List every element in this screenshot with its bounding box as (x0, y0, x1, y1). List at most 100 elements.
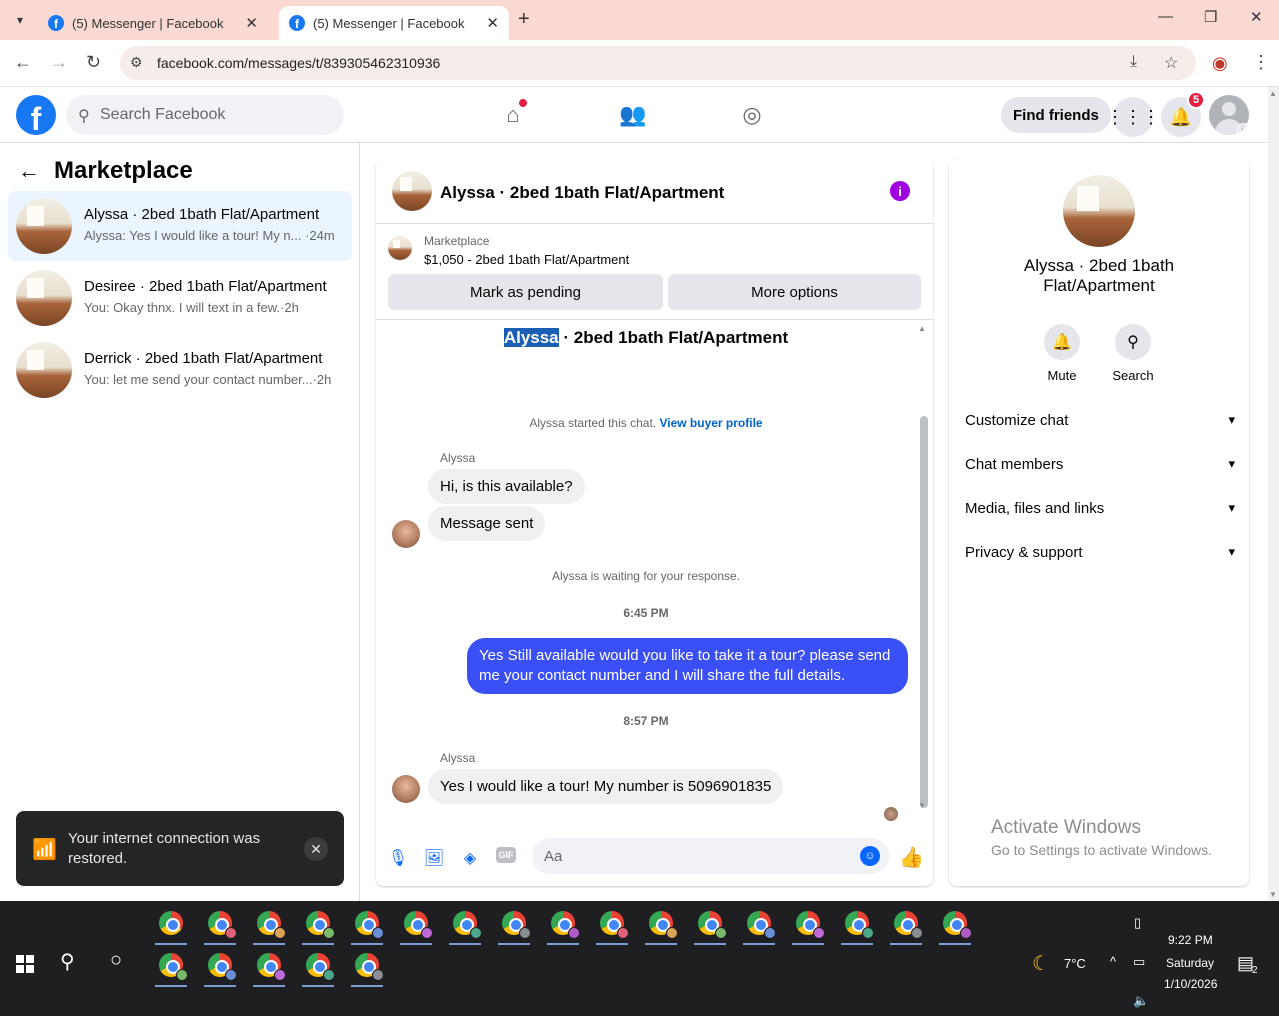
home-icon[interactable]: ⌂ (497, 99, 529, 131)
chat-members-section[interactable]: Chat members ▾ (965, 456, 1235, 480)
chevron-up-icon[interactable]: ^ (1110, 954, 1116, 969)
incoming-message[interactable]: Yes I would like a tour! My number is 50… (428, 769, 784, 804)
browser-tab-active[interactable]: f (5) Messenger | Facebook ✕ (279, 6, 509, 40)
chrome-profile-icon[interactable] (935, 903, 975, 945)
profile-icon[interactable]: ◉ (1212, 53, 1228, 74)
tab-search-dropdown-icon[interactable]: ▾ (8, 8, 32, 32)
chrome-profile-icon[interactable] (200, 945, 240, 987)
clock-time[interactable]: 9:22 PM (1168, 933, 1213, 947)
gif-icon[interactable]: GIF (496, 847, 516, 863)
chrome-profile-icon[interactable] (249, 903, 289, 945)
customize-chat-section[interactable]: Customize chat ▾ (965, 412, 1235, 436)
back-arrow-icon[interactable]: ← (18, 158, 40, 184)
reload-icon[interactable]: ↻ (86, 52, 101, 73)
menu-grid-icon[interactable]: ⋮⋮⋮ (1106, 97, 1160, 137)
notifications-button[interactable]: 🔔 5 (1161, 91, 1205, 137)
sender-avatar[interactable] (392, 775, 420, 803)
media-files-links-section[interactable]: Media, files and links ▾ (965, 500, 1235, 524)
microphone-icon[interactable]: 🎙 (387, 847, 409, 869)
conversation-avatar[interactable] (1063, 175, 1135, 247)
scroll-up-icon[interactable]: ▲ (918, 324, 926, 333)
privacy-support-section[interactable]: Privacy & support ▾ (965, 544, 1235, 568)
message-input[interactable] (544, 838, 844, 874)
chrome-profile-icon[interactable] (690, 903, 730, 945)
conversation-item[interactable]: Derrick · 2bed 1bath Flat/Apartment You:… (8, 335, 352, 405)
outgoing-message[interactable]: Yes Still available would you like to ta… (467, 638, 908, 694)
chrome-profile-icon[interactable] (298, 903, 338, 945)
facebook-search[interactable]: ⚲ (66, 95, 344, 135)
thread-scrollbar[interactable]: ▲ ▼ (918, 324, 928, 810)
groups-icon[interactable]: ◎ (736, 99, 768, 131)
chrome-profile-icon[interactable] (837, 903, 877, 945)
install-app-icon[interactable]: ⤓ (1130, 53, 1137, 71)
info-icon[interactable]: i (890, 181, 910, 201)
scroll-down-icon[interactable]: ▼ (1269, 890, 1277, 899)
close-window-icon[interactable]: ✕ (1250, 8, 1263, 26)
chrome-profile-icon[interactable] (886, 903, 926, 945)
more-options-button[interactable]: More options (668, 274, 921, 310)
bookmark-star-icon[interactable]: ☆ (1164, 53, 1178, 73)
page-scrollbar[interactable]: ▲ ▼ (1268, 87, 1279, 901)
chrome-profile-icon[interactable] (249, 945, 289, 987)
phone-link-icon[interactable]: ▯ (1134, 915, 1141, 931)
listing-price-title[interactable]: $1,050 - 2bed 1bath Flat/Apartment (424, 252, 629, 267)
sticker-icon[interactable]: ◈ (459, 847, 481, 869)
mark-as-pending-button[interactable]: Mark as pending (388, 274, 663, 310)
chat-avatar[interactable] (392, 171, 432, 211)
cortana-icon[interactable]: ○ (110, 949, 122, 972)
facebook-logo[interactable]: f (16, 95, 56, 135)
view-buyer-profile-link[interactable]: View buyer profile (659, 416, 762, 430)
chrome-profile-icon[interactable] (298, 945, 338, 987)
chrome-profile-icon[interactable] (347, 945, 387, 987)
search-in-conversation-button[interactable]: ⚲ Search (1103, 324, 1163, 383)
chrome-profile-icon[interactable] (396, 903, 436, 945)
incoming-message[interactable]: Message sent (428, 506, 546, 541)
chrome-profile-icon[interactable] (151, 945, 191, 987)
chrome-profile-icon[interactable] (445, 903, 485, 945)
volume-icon[interactable]: 🔈 (1133, 993, 1149, 1009)
emoji-icon[interactable]: ☺ (860, 846, 880, 866)
new-tab-icon[interactable]: + (518, 8, 530, 31)
mute-button[interactable]: 🔔 Mute (1032, 324, 1092, 383)
network-icon[interactable]: ▭ (1133, 954, 1145, 970)
scroll-down-icon[interactable]: ▼ (918, 801, 926, 810)
conversation-item[interactable]: Desiree · 2bed 1bath Flat/Apartment You:… (8, 263, 352, 333)
message-input-box[interactable]: ☺ (532, 838, 889, 874)
chrome-profile-icon[interactable] (592, 903, 632, 945)
chrome-profile-icon[interactable] (543, 903, 583, 945)
chrome-profile-icon[interactable] (494, 903, 534, 945)
account-avatar[interactable]: ▾ (1209, 95, 1249, 135)
windows-start-icon[interactable] (16, 955, 34, 973)
close-toast-icon[interactable]: ✕ (304, 837, 328, 861)
message-thread[interactable]: ▲ ▼ Alyssa · 2bed 1bath Flat/Apartment A… (376, 320, 933, 821)
clock-date[interactable]: 1/10/2026 (1164, 977, 1217, 991)
chrome-profile-icon[interactable] (641, 903, 681, 945)
moon-weather-icon[interactable]: ☾ (1032, 951, 1050, 976)
chrome-profile-icon[interactable] (347, 903, 387, 945)
weather-temp[interactable]: 7°C (1064, 956, 1086, 971)
browser-tab[interactable]: f (5) Messenger | Facebook ✕ (38, 6, 268, 40)
clock-day[interactable]: Saturday (1166, 956, 1214, 970)
close-tab-icon[interactable]: ✕ (245, 14, 258, 32)
photo-icon[interactable]: 🖼 (423, 847, 445, 869)
site-settings-icon[interactable]: ⚙ (130, 54, 143, 71)
close-tab-icon[interactable]: ✕ (486, 14, 499, 32)
restore-icon[interactable]: ❐ (1204, 8, 1217, 26)
url-text[interactable]: facebook.com/messages/t/839305462310936 (157, 55, 440, 71)
thumbs-up-icon[interactable]: 👍 (899, 845, 924, 870)
find-friends-button[interactable]: Find friends (1001, 97, 1111, 133)
facebook-search-input[interactable] (100, 95, 330, 135)
back-icon[interactable]: ← (14, 52, 32, 73)
scroll-thumb[interactable] (920, 416, 928, 808)
chat-title[interactable]: Alyssa · 2bed 1bath Flat/Apartment (440, 183, 724, 203)
chrome-profile-icon[interactable] (788, 903, 828, 945)
search-icon[interactable]: ⚲ (60, 949, 75, 974)
friends-icon[interactable]: 👥 (617, 99, 649, 131)
minimize-icon[interactable]: — (1158, 8, 1173, 25)
forward-icon[interactable]: → (50, 52, 68, 73)
chrome-profile-icon[interactable] (200, 903, 240, 945)
sender-avatar[interactable] (392, 520, 420, 548)
pinned-app-icon[interactable] (151, 903, 191, 945)
scroll-up-icon[interactable]: ▲ (1269, 89, 1277, 98)
conversation-item[interactable]: Alyssa · 2bed 1bath Flat/Apartment Alyss… (8, 191, 352, 261)
